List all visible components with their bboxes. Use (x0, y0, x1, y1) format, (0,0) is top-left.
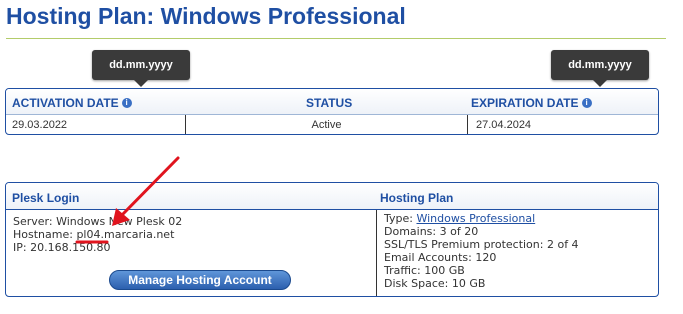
plan-type-line: Type: Windows Professional (384, 212, 579, 225)
email-accounts-line: Email Accounts: 120 (384, 251, 497, 264)
dates-table: ACTIVATION DATE i STATUS EXPIRATION DATE… (5, 88, 659, 135)
activation-date-tooltip: dd.mm.yyyy (92, 50, 190, 87)
ssl-line: SSL/TLS Premium protection: 2 of 4 (384, 238, 579, 251)
expiration-date-value: 27.04.2024 (476, 119, 532, 131)
ip-line: IP: 20.168.150.80 (13, 241, 111, 254)
hostname-line: Hostname: pl04.marcaria.net (13, 228, 182, 241)
domains-line: Domains: 3 of 20 (384, 225, 479, 238)
hostname-label: Hostname: (13, 228, 77, 241)
activation-date-value: 29.03.2022 (6, 115, 186, 134)
plesk-login-info: Server: Windows New Plesk 02 Hostname: p… (13, 215, 182, 254)
plan-type-link[interactable]: Windows Professional (416, 212, 535, 225)
page-title: Hosting Plan: Windows Professional (6, 3, 406, 29)
plesk-login-header: Plesk Login (12, 191, 80, 205)
hosting-plan-info: Type: Windows Professional Domains: 3 of… (384, 212, 579, 290)
activation-date-label: ACTIVATION DATE (12, 96, 119, 110)
info-icon[interactable]: i (581, 98, 592, 108)
manage-hosting-account-button[interactable]: Manage Hosting Account (109, 270, 291, 290)
server-line: Server: Windows New Plesk 02 (13, 215, 183, 228)
traffic-line: Traffic: 100 GB (384, 264, 465, 277)
title-divider (6, 38, 666, 39)
dates-table-header: ACTIVATION DATE i STATUS EXPIRATION DATE… (6, 89, 658, 115)
hosting-details-table: Plesk Login Hosting Plan Server: Windows… (5, 182, 659, 297)
hosting-plan-header: Hosting Plan (380, 191, 454, 205)
activation-date-header: ACTIVATION DATE i (12, 96, 132, 110)
column-divider (376, 210, 377, 296)
expiration-date-label: EXPIRATION DATE (471, 96, 579, 110)
disk-space-line: Disk Space: 10 GB (384, 277, 486, 290)
expiration-date-header: EXPIRATION DATE i (471, 96, 592, 110)
status-value: Active (186, 115, 468, 134)
hostname-value: pl04.marcaria.net (76, 228, 175, 241)
status-header: STATUS (306, 96, 353, 110)
expiration-date-tooltip: dd.mm.yyyy (551, 50, 649, 87)
details-table-header: Plesk Login Hosting Plan (6, 183, 658, 210)
info-icon[interactable]: i (121, 98, 132, 108)
plan-type-label: Type: (384, 212, 417, 225)
